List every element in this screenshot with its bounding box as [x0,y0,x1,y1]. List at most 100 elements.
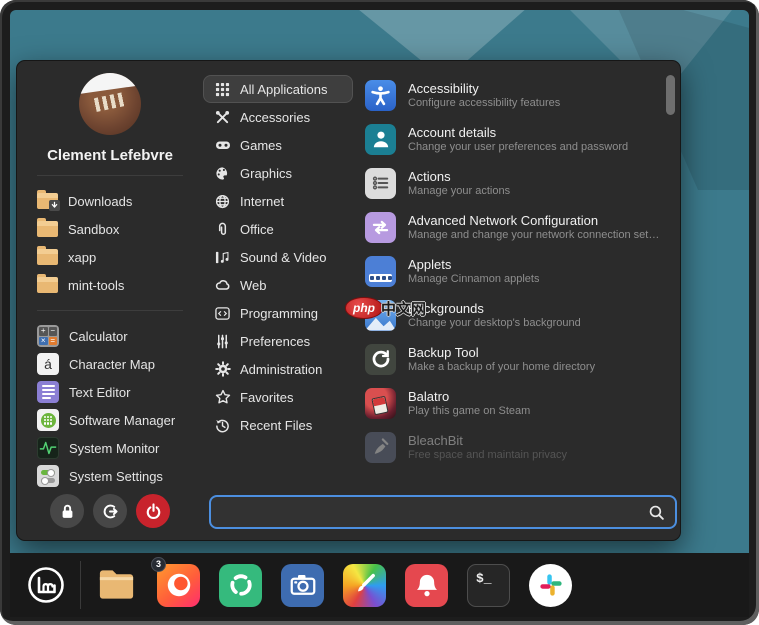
screen-frame: Clement Lefebvre Downloads Sandbox [0,0,759,625]
sidebar-item-software-manager[interactable]: Software Manager [37,406,203,434]
search-input[interactable] [221,505,648,520]
app-row-applets[interactable]: Applets Manage Cinnamon applets [359,249,667,293]
search-bar [209,495,677,529]
mint-logo-icon [26,565,66,605]
logout-icon [102,503,119,520]
category-graphics[interactable]: Graphics [203,159,353,187]
app-description: Free space and maintain privacy [408,449,567,461]
backup-tool-icon [365,344,396,375]
app-title: Balatro [408,389,530,404]
user-avatar[interactable] [79,73,141,135]
sidebar-apps-list: +− ×= Calculator á Character Map Text Ed… [17,322,203,490]
place-label: Downloads [68,194,132,209]
logout-button[interactable] [93,494,127,528]
actions-icon [365,168,396,199]
app-row-advanced-network-configuration[interactable]: Advanced Network Configuration Manage an… [359,205,667,249]
sidebar-item-calculator[interactable]: +− ×= Calculator [37,322,203,350]
web-icon [214,277,231,294]
category-office[interactable]: Office [203,215,353,243]
app-row-accessibility[interactable]: Accessibility Configure accessibility fe… [359,73,667,117]
place-item-sandbox[interactable]: Sandbox [37,215,203,243]
administration-icon [214,361,231,378]
slack-icon [537,571,565,599]
paintbrush-icon [351,571,379,599]
notifications-launcher[interactable] [405,564,448,607]
search-icon[interactable] [648,504,665,521]
folder-icon [37,221,58,237]
camera-icon [288,570,318,600]
terminal-prompt-glyph: $_ [476,571,492,586]
app-row-actions[interactable]: Actions Manage your actions [359,161,667,205]
app-title: Advanced Network Configuration [408,213,661,228]
update-manager-launcher[interactable] [219,564,262,607]
screenshot-launcher[interactable] [281,564,324,607]
app-row-account-details[interactable]: Account details Change your user prefere… [359,117,667,161]
user-name: Clement Lefebvre [17,147,203,164]
lock-screen-button[interactable] [50,494,84,528]
app-description: Manage Cinnamon applets [408,273,539,285]
category-web[interactable]: Web [203,271,353,299]
app-row-backgrounds[interactable]: Backgrounds Change your desktop's backgr… [359,293,667,337]
category-programming[interactable]: Programming [203,299,353,327]
character-map-icon: á [37,353,59,375]
category-sound-video[interactable]: Sound & Video [203,243,353,271]
file-manager-launcher[interactable] [95,564,138,607]
slack-launcher[interactable] [529,564,572,607]
terminal-launcher[interactable]: $_ [467,564,510,607]
taskbar-panel: 3 $_ [10,553,749,617]
folder-icon [37,277,58,293]
system-settings-icon [37,465,59,487]
category-label: Games [240,138,282,153]
category-administration[interactable]: Administration [203,355,353,383]
category-label: Preferences [240,334,310,349]
app-title: Applets [408,257,539,272]
office-icon [214,221,231,238]
place-item-downloads[interactable]: Downloads [37,187,203,215]
applets-icon [365,256,396,287]
places-list: Downloads Sandbox xapp mint-tools [17,187,203,299]
app-title: BleachBit [408,433,567,448]
category-all-applications[interactable]: All Applications [203,75,353,103]
category-internet[interactable]: Internet [203,187,353,215]
category-preferences[interactable]: Preferences [203,327,353,355]
separator [37,175,183,176]
sidebar-item-system-monitor[interactable]: System Monitor [37,434,203,462]
calculator-icon: +− ×= [37,325,59,347]
category-favorites[interactable]: Favorites [203,383,353,411]
accessories-icon [214,109,231,126]
category-games[interactable]: Games [203,131,353,159]
bell-icon [414,572,440,598]
sidebar-item-character-map[interactable]: á Character Map [37,350,203,378]
app-row-balatro[interactable]: Balatro Play this game on Steam [359,381,667,425]
app-row-bleachbit[interactable]: BleachBit Free space and maintain privac… [359,425,667,469]
screenshot-root: Clement Lefebvre Downloads Sandbox [0,0,759,625]
sidebar-item-text-editor[interactable]: Text Editor [37,378,203,406]
desktop-wallpaper: Clement Lefebvre Downloads Sandbox [10,10,749,615]
app-description: Play this game on Steam [408,405,530,417]
sidebar-item-system-settings[interactable]: System Settings [37,462,203,490]
firefox-launcher[interactable]: 3 [157,564,200,607]
games-icon [214,137,231,154]
category-label: Accessories [240,110,310,125]
power-button[interactable] [136,494,170,528]
app-row-backup-tool[interactable]: Backup Tool Make a backup of your home d… [359,337,667,381]
place-item-mint-tools[interactable]: mint-tools [37,271,203,299]
category-recent-files[interactable]: Recent Files [203,411,353,439]
category-label: Administration [240,362,322,377]
drawing-app-launcher[interactable] [343,564,386,607]
sync-arrows-icon [227,571,255,599]
applist-scrollbar-thumb[interactable] [666,75,675,115]
folder-icon [95,563,138,607]
menu-button[interactable] [24,563,68,607]
mint-menu-window: Clement Lefebvre Downloads Sandbox [16,60,681,541]
place-label: mint-tools [68,278,124,293]
account-details-icon [365,124,396,155]
app-title: Accessibility [408,81,560,96]
sidebar-item-label: Character Map [69,357,155,372]
place-item-xapp[interactable]: xapp [37,243,203,271]
backgrounds-icon [365,300,396,331]
balatro-icon [365,388,396,419]
category-accessories[interactable]: Accessories [203,103,353,131]
panel-separator [80,561,81,609]
recent-files-icon [214,417,231,434]
